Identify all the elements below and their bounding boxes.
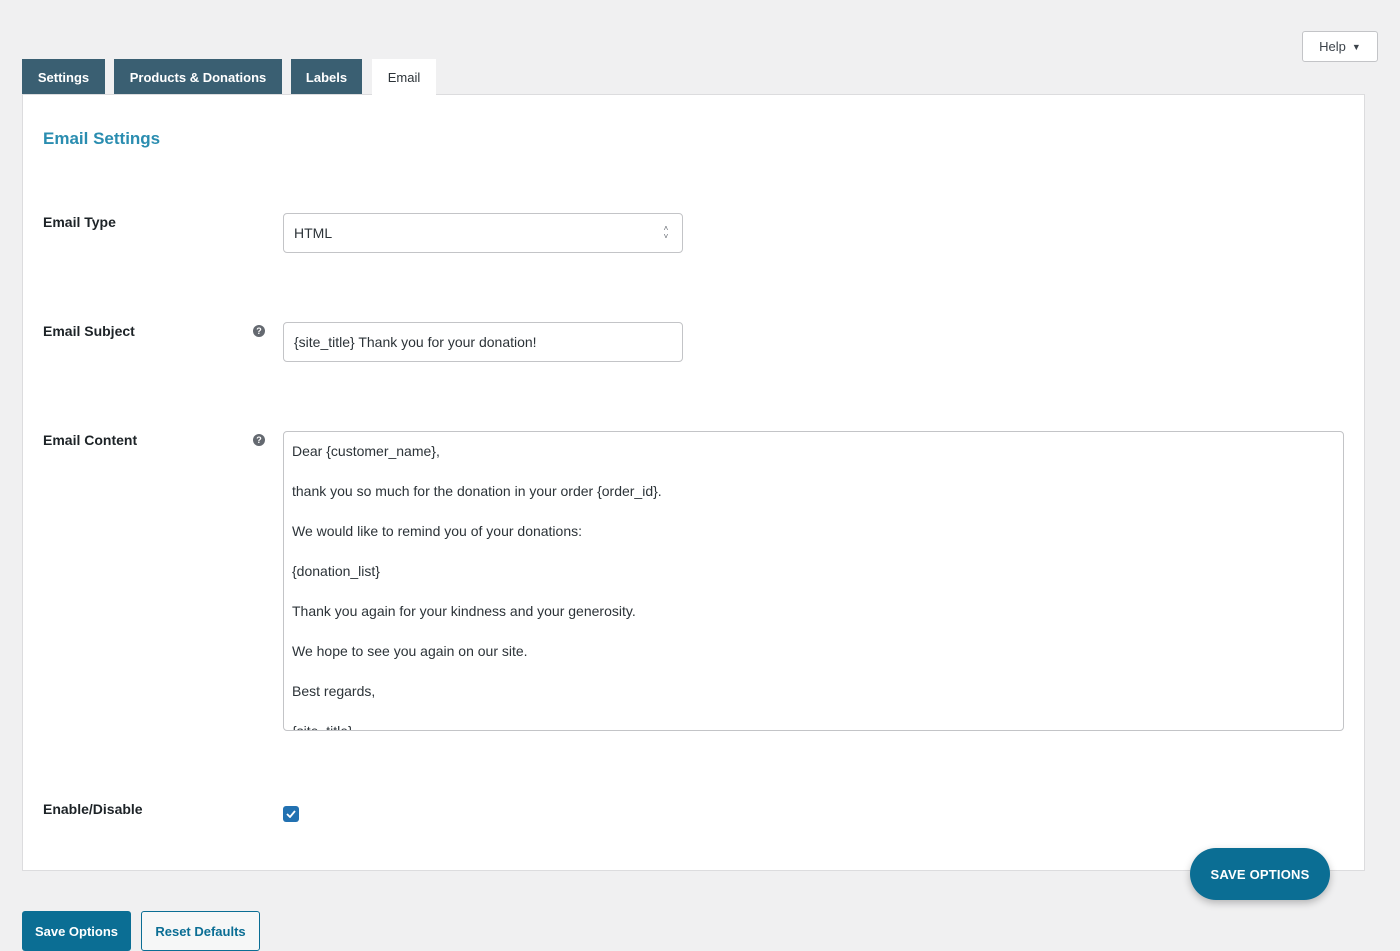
content-line: Dear {customer_name}, [292,443,440,459]
tab-email[interactable]: Email [372,59,436,96]
save-options-button[interactable]: Save Options [22,911,131,951]
email-subject-label: Email Subject [43,323,135,339]
tab-products-donations[interactable]: Products & Donations [114,59,282,95]
help-button[interactable]: Help ▼ [1302,31,1378,62]
caret-down-icon: ▼ [1351,41,1361,52]
email-content-label: Email Content [43,432,138,448]
email-type-label: Email Type [43,214,116,230]
help-tip-icon[interactable]: ? [253,325,265,337]
enable-disable-label: Enable/Disable [43,801,143,817]
content-line: {donation_list} [292,563,380,579]
floating-save-options-button[interactable]: SAVE OPTIONS [1190,848,1330,900]
email-type-value: HTML [294,225,333,241]
checkmark-icon [286,810,296,818]
content-line: Thank you again for your kindness and yo… [292,603,636,619]
content-line: We would like to remind you of your dona… [292,523,583,539]
help-label: Help [1319,39,1346,54]
content-line: {site_title} [292,723,353,731]
help-tip-icon[interactable]: ? [253,434,265,446]
email-subject-input[interactable]: {site_title} Thank you for your donation… [283,322,683,362]
tab-settings[interactable]: Settings [22,59,105,95]
email-content-textarea[interactable]: Dear {customer_name}, thank you so much … [283,431,1344,731]
section-title: Email Settings [43,129,161,148]
reset-defaults-button[interactable]: Reset Defaults [141,911,260,951]
select-arrows-icon: ˄ ˅ [663,224,669,241]
content-line: thank you so much for the donation in yo… [292,483,662,499]
email-type-select[interactable]: HTML ˄ ˅ [283,213,683,253]
content-line: We hope to see you again on our site. [292,643,528,659]
email-subject-value: {site_title} Thank you for your donation… [294,334,537,350]
content-line: Best regards, [292,683,376,699]
tab-labels[interactable]: Labels [291,59,362,95]
enable-checkbox[interactable] [283,806,299,822]
